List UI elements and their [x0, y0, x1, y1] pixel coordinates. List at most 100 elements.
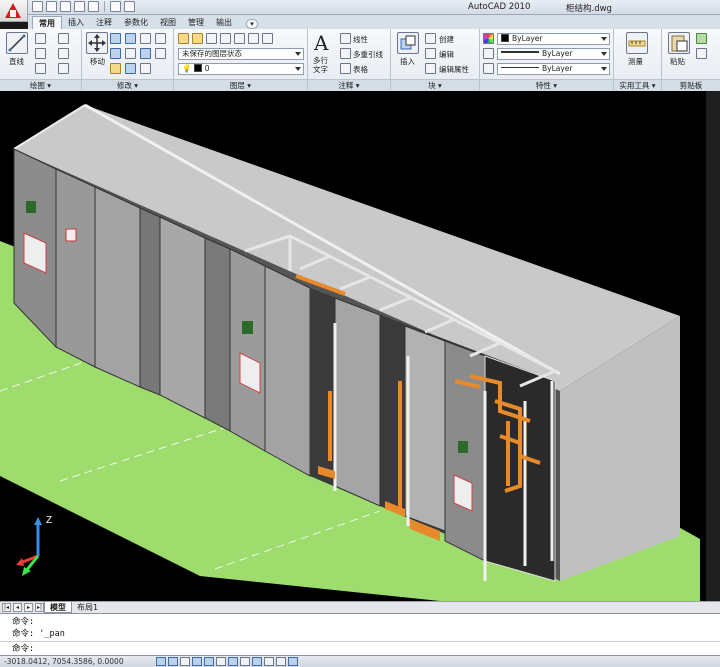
line-icon[interactable] [6, 32, 28, 54]
layer-properties-icon[interactable] [178, 33, 189, 44]
panel-block-title[interactable]: 块 ▾ [391, 79, 479, 91]
grid-display-icon[interactable] [168, 657, 178, 666]
cut-icon[interactable] [696, 48, 707, 59]
mirror-icon[interactable] [110, 48, 121, 59]
lineweight-select[interactable]: ByLayer [497, 48, 610, 60]
tab-layout1[interactable]: 布局1 [72, 602, 103, 613]
undo-icon[interactable] [74, 1, 85, 12]
table-icon[interactable] [340, 63, 351, 74]
panel-clipboard-title[interactable]: 剪贴板 [662, 79, 720, 91]
object-snap-icon[interactable] [204, 657, 214, 666]
last-layout-button[interactable]: ▸| [35, 603, 44, 612]
hatch-icon[interactable] [58, 48, 69, 59]
edit-label[interactable]: 编辑 [439, 49, 454, 60]
panel-properties-title[interactable]: 特性 ▾ [480, 79, 613, 91]
create-label[interactable]: 创建 [439, 34, 454, 45]
create-block-icon[interactable] [425, 33, 436, 44]
copy-clip-icon[interactable] [696, 33, 707, 44]
application-menu-button[interactable] [0, 0, 28, 22]
dynamic-input-icon[interactable] [252, 657, 262, 666]
paste-icon[interactable] [668, 32, 690, 54]
stretch-icon[interactable] [155, 48, 166, 59]
rotate-icon[interactable] [110, 33, 121, 44]
edit-attribute-icon[interactable] [425, 63, 436, 74]
save-icon[interactable] [60, 1, 71, 12]
move-icon[interactable] [86, 32, 108, 54]
command-prompt[interactable]: 命令: [12, 643, 34, 655]
edit-attribute-label[interactable]: 编辑属性 [439, 64, 469, 75]
ortho-mode-icon[interactable] [180, 657, 190, 666]
redo-icon[interactable] [88, 1, 99, 12]
layer-off-icon[interactable] [192, 33, 203, 44]
color-wheel-icon[interactable] [483, 33, 494, 44]
first-layout-button[interactable]: |◂ [2, 603, 11, 612]
layer-freeze-icon[interactable] [220, 33, 231, 44]
3d-object-snap-icon[interactable] [216, 657, 226, 666]
next-layout-button[interactable]: ▸ [24, 603, 33, 612]
panel-modify-title[interactable]: 修改 ▾ [82, 79, 173, 91]
snap-mode-icon[interactable] [156, 657, 166, 666]
erase-icon[interactable] [140, 33, 151, 44]
polar-tracking-icon[interactable] [192, 657, 202, 666]
explode-icon[interactable] [140, 48, 151, 59]
table-label[interactable]: 表格 [353, 64, 368, 75]
rectangle-icon[interactable] [35, 63, 46, 74]
linetype-icon[interactable] [483, 63, 494, 74]
region-icon[interactable] [58, 63, 69, 74]
dynamic-ucs-icon[interactable] [240, 657, 250, 666]
layer-walk-icon[interactable] [248, 33, 259, 44]
multileader-icon[interactable] [340, 48, 351, 59]
layer-isolate-icon[interactable] [206, 33, 217, 44]
linear-dimension-icon[interactable] [340, 33, 351, 44]
linetype-select[interactable]: ByLayer [497, 63, 610, 75]
array-icon[interactable] [125, 63, 136, 74]
copy-icon[interactable] [155, 33, 166, 44]
dropdown-icon[interactable] [124, 1, 135, 12]
offset-icon[interactable] [140, 63, 151, 74]
polyline-icon[interactable] [35, 33, 46, 44]
linear-label[interactable]: 线性 [353, 34, 368, 45]
edit-block-icon[interactable] [425, 48, 436, 59]
mtext-icon[interactable]: A [314, 31, 328, 55]
viewport-scrollbar[interactable] [706, 91, 720, 601]
model-space-toggle-icon[interactable] [288, 657, 298, 666]
arc-icon[interactable] [58, 33, 69, 44]
panel-clipboard: 粘贴 剪贴板 [662, 29, 720, 91]
tab-view[interactable]: 视图 [154, 16, 182, 29]
new-icon[interactable] [32, 1, 43, 12]
current-layer-select[interactable]: 💡 0 [178, 63, 304, 75]
object-snap-tracking-icon[interactable] [228, 657, 238, 666]
open-icon[interactable] [46, 1, 57, 12]
lineweight-icon[interactable] [483, 48, 494, 59]
trim-icon[interactable] [125, 33, 136, 44]
fillet-icon[interactable] [125, 48, 136, 59]
command-line[interactable]: 命令: 命令: '_pan 命令: [0, 613, 720, 655]
panel-utilities-title[interactable]: 实用工具 ▾ [614, 79, 661, 91]
layer-match-icon[interactable] [262, 33, 273, 44]
circle-icon[interactable] [35, 48, 46, 59]
prev-layout-button[interactable]: ◂ [13, 603, 22, 612]
panel-annotation-title[interactable]: 注释 ▾ [308, 79, 390, 91]
measure-icon[interactable] [626, 32, 648, 54]
ribbon-minimize-button[interactable]: ▾ [246, 19, 258, 29]
model-space-canvas[interactable] [0, 91, 720, 601]
tab-home[interactable]: 常用 [32, 16, 62, 29]
scale-icon[interactable] [110, 63, 121, 74]
drawing-viewport[interactable]: Z [0, 91, 720, 601]
plot-icon[interactable] [110, 1, 121, 12]
tab-parametric[interactable]: 参数化 [118, 16, 154, 29]
tab-insert[interactable]: 插入 [62, 16, 90, 29]
panel-draw-title[interactable]: 绘图 ▾ [0, 79, 81, 91]
panel-layers-title[interactable]: 图层 ▾ [174, 79, 307, 91]
tab-annotate[interactable]: 注释 [90, 16, 118, 29]
tab-output[interactable]: 输出 [210, 16, 238, 29]
tab-manage[interactable]: 管理 [182, 16, 210, 29]
color-select[interactable]: ByLayer [497, 33, 610, 45]
layer-lock-icon[interactable] [234, 33, 245, 44]
tab-model[interactable]: 模型 [44, 602, 72, 613]
layer-state-select[interactable]: 未保存的图层状态 [178, 48, 304, 60]
quick-properties-icon[interactable] [276, 657, 286, 666]
insert-block-icon[interactable] [397, 32, 419, 54]
lineweight-toggle-icon[interactable] [264, 657, 274, 666]
multileader-label[interactable]: 多重引线 [353, 49, 383, 60]
